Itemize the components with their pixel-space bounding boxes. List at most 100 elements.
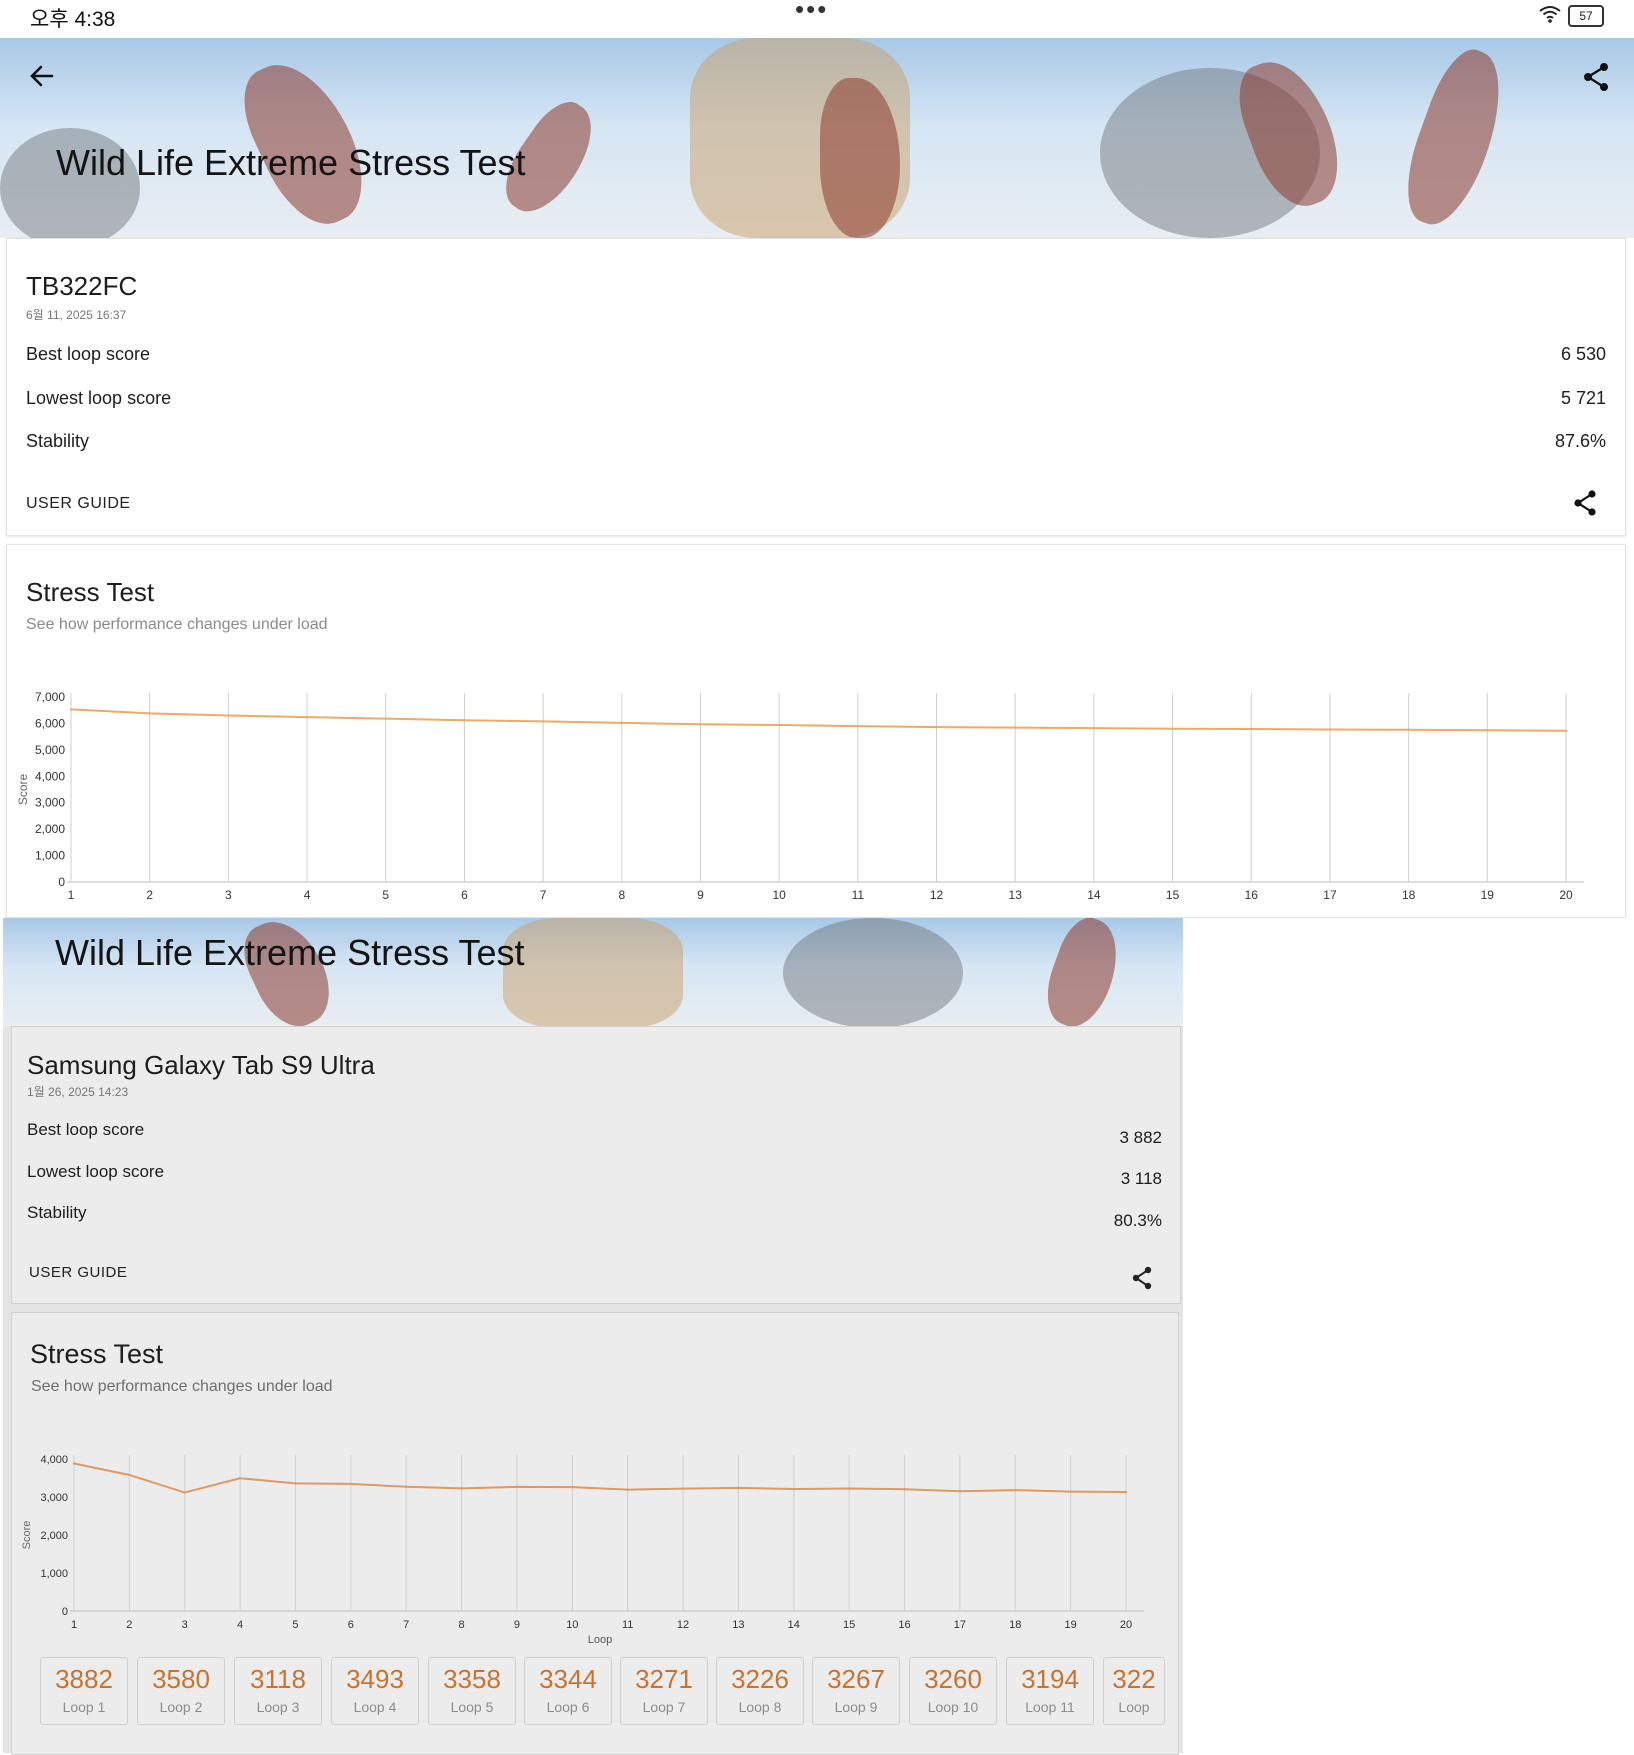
- x-axis-label: Loop: [588, 1634, 612, 1646]
- stress-test-subtitle: See how performance changes under load: [26, 616, 328, 633]
- loop-score-tile[interactable]: 3118 Loop 3: [234, 1657, 322, 1725]
- x-tick-label: 4: [304, 888, 311, 902]
- result-date: 1월 26, 2025 14:23: [27, 1085, 129, 1099]
- loop-score-label: Loop 7: [642, 1699, 686, 1715]
- device-name: TB322FC: [26, 271, 138, 301]
- lowest-loop-label: Lowest loop score: [26, 388, 172, 408]
- y-axis-label: Score: [21, 1521, 33, 1550]
- loop-score-label: Loop 4: [353, 1699, 397, 1715]
- data-point: [1014, 1488, 1017, 1492]
- loop-score-tile[interactable]: 3194 Loop 11: [1006, 1657, 1094, 1725]
- x-tick-label: 11: [852, 888, 865, 902]
- loop-score-tile[interactable]: 3226 Loop 8: [716, 1657, 804, 1725]
- data-point: [847, 1487, 851, 1490]
- data-point: [571, 1485, 574, 1489]
- y-tick-label: 0: [58, 875, 65, 889]
- data-point: [349, 1482, 353, 1486]
- data-point: [148, 712, 151, 715]
- banner-title: Wild Life Extreme Stress Test: [56, 142, 526, 183]
- x-tick-label: 16: [1245, 888, 1259, 902]
- y-tick-label: 3,000: [40, 1492, 68, 1504]
- loop-score-tile[interactable]: 3882 Loop 1: [40, 1657, 128, 1725]
- y-axis-label: Score: [16, 774, 30, 806]
- user-guide-link[interactable]: USER GUIDE: [26, 495, 131, 513]
- x-tick-label: 14: [788, 1619, 800, 1631]
- x-tick-label: 19: [1065, 1619, 1077, 1631]
- x-tick-label: 14: [1087, 888, 1101, 902]
- loop-score-tile[interactable]: 3267 Loop 9: [812, 1657, 900, 1725]
- x-tick-label: 12: [677, 1619, 689, 1631]
- more-dots-icon[interactable]: •••: [795, 0, 828, 25]
- x-tick-label: 20: [1120, 1619, 1132, 1631]
- data-point: [305, 715, 309, 719]
- data-point: [1092, 726, 1096, 730]
- x-tick-label: 2: [126, 1619, 132, 1631]
- y-tick-label: 1,000: [35, 849, 65, 863]
- data-point: [1014, 726, 1017, 729]
- x-tick-label: 11: [622, 1619, 633, 1631]
- x-tick-label: 7: [403, 1619, 409, 1631]
- x-tick-label: 4: [237, 1619, 243, 1631]
- back-arrow-icon[interactable]: [28, 62, 56, 95]
- y-tick-label: 1,000: [40, 1568, 68, 1580]
- data-point: [699, 723, 702, 726]
- data-point: [460, 1487, 463, 1490]
- data-point: [405, 1485, 408, 1488]
- data-point: [792, 1487, 795, 1491]
- x-tick-label: 13: [732, 1619, 744, 1631]
- loop-score-label: Loop 6: [546, 1699, 590, 1715]
- share-icon[interactable]: [1131, 1266, 1153, 1295]
- stability-label: Stability: [27, 1203, 87, 1222]
- loop-score-tile[interactable]: 3493 Loop 4: [331, 1657, 419, 1725]
- data-point: [227, 714, 230, 717]
- status-time: 오후 4:38: [30, 8, 116, 31]
- loop-score-value: 3118: [250, 1664, 306, 1694]
- x-tick-label: 3: [225, 888, 232, 902]
- loop-score-value: 3580: [152, 1664, 210, 1694]
- data-point: [515, 1485, 519, 1489]
- stress-test-subtitle: See how performance changes under load: [31, 1378, 333, 1395]
- x-tick-label: 17: [1323, 888, 1337, 902]
- data-point: [1407, 728, 1410, 731]
- data-point: [620, 721, 623, 725]
- loop-score-label: Loop 8: [738, 1699, 782, 1715]
- stability-value: 80.3%: [1113, 1211, 1162, 1230]
- loop-score-tile[interactable]: 3344 Loop 6: [524, 1657, 612, 1725]
- loop-score-value: 3194: [1021, 1664, 1079, 1694]
- loop-score-tile[interactable]: 3260 Loop 10: [909, 1657, 997, 1725]
- battery-icon: 57: [1568, 5, 1604, 27]
- data-point: [737, 1486, 740, 1490]
- stress-chart-top: 01,0002,0003,0004,0005,0006,0007,0001 2 3 4…: [16, 690, 1584, 902]
- share-icon[interactable]: [1582, 62, 1610, 97]
- loop-score-tile[interactable]: 3580 Loop 2: [137, 1657, 225, 1725]
- data-point: [69, 708, 73, 711]
- data-point: [384, 717, 387, 720]
- loop-score-label: Loop 5: [450, 1699, 494, 1715]
- loop-score-tile[interactable]: 322 Loop: [1103, 1657, 1165, 1725]
- stability-label: Stability: [26, 431, 90, 451]
- x-tick-label: 8: [459, 1619, 465, 1631]
- user-guide-link[interactable]: USER GUIDE: [29, 1264, 127, 1281]
- stability-value: 87.6%: [1554, 431, 1606, 451]
- loop-score-value: 3344: [539, 1664, 597, 1694]
- bottom-banner: Wild Life Extreme Stress Test: [3, 918, 1183, 1026]
- share-icon[interactable]: [1572, 489, 1598, 522]
- x-tick-label: 10: [566, 1619, 578, 1631]
- best-loop-value: 3 882: [1119, 1128, 1162, 1147]
- x-tick-label: 2: [146, 888, 153, 902]
- y-tick-label: 0: [62, 1606, 68, 1618]
- y-tick-label: 6,000: [35, 716, 65, 730]
- x-tick-label: 10: [772, 888, 786, 902]
- loop-score-tile[interactable]: 3271 Loop 7: [620, 1657, 708, 1725]
- data-point: [183, 1491, 186, 1494]
- loop-score-value: 3260: [924, 1664, 982, 1694]
- y-tick-label: 5,000: [35, 743, 65, 757]
- data-point: [777, 723, 781, 727]
- data-point: [238, 1477, 242, 1480]
- loop-score-value: 3493: [346, 1664, 404, 1694]
- data-point: [903, 1488, 906, 1491]
- loop-score-label: Loop 10: [927, 1699, 979, 1715]
- y-tick-label: 2,000: [40, 1530, 68, 1542]
- loop-score-tile[interactable]: 3358 Loop 5: [428, 1657, 516, 1725]
- x-tick-label: 19: [1481, 888, 1495, 902]
